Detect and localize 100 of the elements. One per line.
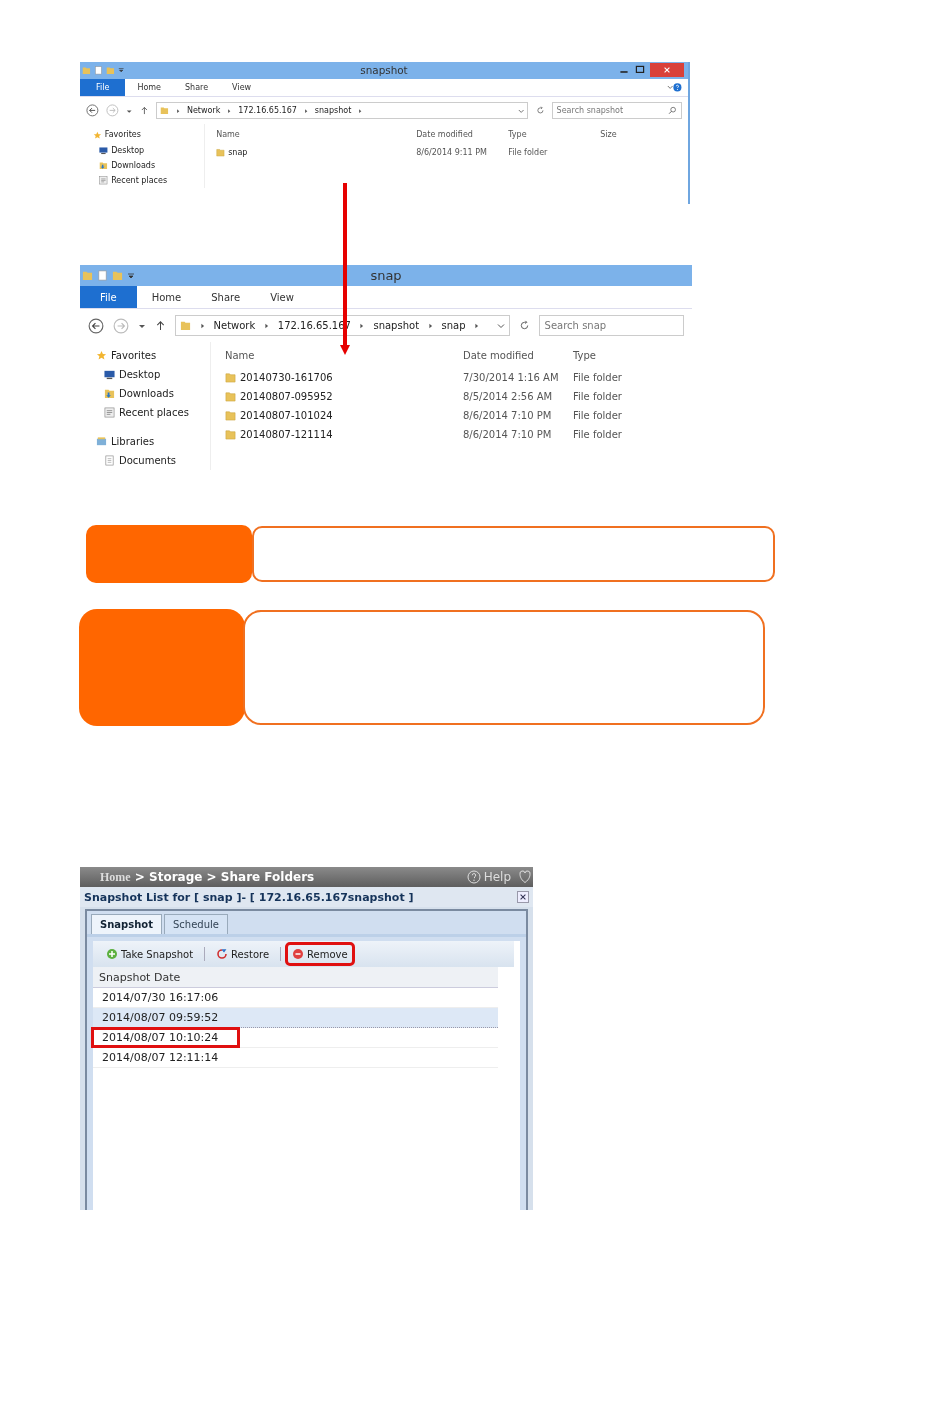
ribbon-tab[interactable]: View	[220, 78, 264, 97]
chevron-down-icon[interactable]	[666, 84, 674, 91]
breadcrumb-item[interactable]: 172.16.65.167	[238, 106, 297, 116]
column-header[interactable]: Snapshot Date	[99, 970, 181, 984]
folder-icon	[105, 66, 115, 75]
date-cell-text: 8/5/2014 2:56 AM	[463, 391, 554, 402]
nav-item[interactable]: Recent places	[80, 172, 204, 189]
search-field[interactable]: Search snap	[538, 315, 684, 336]
breadcrumb-item[interactable]: Network	[213, 320, 256, 331]
breadcrumb-item[interactable]: snapshot	[373, 320, 420, 331]
breadcrumb-item[interactable]: Network	[186, 106, 221, 116]
star-icon	[92, 130, 102, 140]
type-cell: File folder	[573, 410, 622, 421]
ribbon-tab[interactable]: File	[80, 286, 137, 308]
table-row[interactable]: 2014/08/07 10:10:24	[93, 1028, 498, 1048]
nav-item[interactable]: Downloads	[80, 157, 204, 173]
ribbon-tab[interactable]: Share	[196, 286, 256, 308]
back-icon[interactable]	[86, 104, 100, 118]
window-title: snapshot	[360, 64, 408, 77]
up-arrow-icon[interactable]	[139, 106, 149, 116]
refresh-icon[interactable]	[535, 106, 545, 116]
document-icon	[104, 455, 115, 466]
folder-icon	[82, 66, 91, 75]
table-cell-text: 2014/08/07 12:11:14	[101, 1050, 220, 1066]
nav-item[interactable]: Desktop	[80, 142, 204, 158]
column-header[interactable]: Date modified	[463, 349, 573, 361]
folder-icon	[82, 270, 93, 281]
column-header[interactable]: Date modified	[416, 130, 509, 140]
breadcrumb-item[interactable]: snapshot	[314, 106, 352, 116]
download-folder-icon	[99, 160, 108, 170]
column-header[interactable]: Type	[508, 130, 601, 140]
nav-item[interactable]: Recent places	[80, 403, 210, 422]
nav-item[interactable]: Desktop	[80, 365, 210, 384]
breadcrumb-item[interactable]: snap	[441, 320, 466, 331]
folder-icon	[225, 372, 236, 383]
type-cell: File folder	[573, 391, 622, 402]
toolbar-button[interactable]: Restore	[209, 942, 277, 966]
folder-icon	[225, 391, 236, 402]
chevron-right-icon	[427, 321, 434, 330]
type-cell: File folder	[573, 429, 622, 440]
tab[interactable]: Schedule	[163, 914, 228, 934]
file-item[interactable]: 20140807-095952	[225, 391, 463, 402]
tab[interactable]: Snapshot	[91, 914, 162, 934]
recent-places-icon	[99, 176, 108, 185]
date-cell-text: 7/30/2014 1:16 AM	[463, 372, 560, 383]
date-cell-text: 8/6/2014 7:10 PM	[463, 410, 553, 421]
chevron-right-icon	[199, 321, 205, 330]
table-cell-text: 2014/08/07 09:59:52	[101, 1010, 220, 1026]
ribbon-tab[interactable]: Home	[125, 78, 173, 97]
address-bar[interactable]: Network 172.16.65.167 snapshot	[155, 102, 529, 120]
file-item[interactable]: snap	[216, 148, 417, 158]
help-icon[interactable]	[673, 83, 682, 92]
close-icon	[519, 893, 527, 901]
ribbon-tab[interactable]: Home	[136, 286, 197, 308]
close-button[interactable]	[517, 891, 529, 903]
chevron-right-icon	[263, 321, 270, 330]
chevron-right-icon	[359, 321, 365, 330]
help-icon	[466, 870, 481, 884]
column-header[interactable]: Type	[573, 349, 596, 361]
table-row[interactable]: 2014/08/07 09:59:52	[93, 1008, 498, 1028]
folder-icon	[216, 148, 225, 157]
chevron-right-icon	[358, 107, 363, 114]
library-icon	[96, 436, 107, 447]
file-item[interactable]: 20140807-121114	[225, 429, 463, 440]
recent-places-icon	[104, 407, 115, 418]
nav-item[interactable]: Libraries	[80, 432, 210, 451]
table-cell: 2014/08/07 10:10:24	[91, 1027, 241, 1048]
heart-icon[interactable]	[519, 870, 531, 884]
nav-item[interactable]: Downloads	[80, 384, 210, 403]
nav-item[interactable]: Documents	[80, 451, 210, 470]
nav-item[interactable]: Favorites	[80, 127, 204, 143]
search-icon	[667, 106, 677, 116]
nav-item[interactable]: Favorites	[80, 346, 210, 365]
dropdown-icon[interactable]	[117, 67, 125, 74]
toolbar-button[interactable]: Take Snapshot	[99, 942, 201, 966]
dialog-title: Snapshot List for [ snap ]- [ 172.16.65.167snapshot ]	[84, 890, 414, 904]
search-field[interactable]: Search snapshot	[551, 102, 682, 120]
refresh-icon[interactable]	[518, 320, 530, 331]
dropdown-icon[interactable]	[127, 271, 135, 280]
chevron-right-icon	[474, 321, 480, 330]
chevron-right-icon	[227, 107, 232, 114]
caret-icon[interactable]	[126, 107, 133, 114]
restore-icon	[216, 948, 229, 960]
column-header[interactable]: Name	[225, 349, 463, 361]
chevron-right-icon	[303, 107, 308, 114]
type-cell-text: File folder	[508, 148, 549, 158]
type-cell: File folder	[573, 372, 622, 383]
ribbon-tab[interactable]: Share	[173, 78, 221, 97]
file-item[interactable]: 20140730-161706	[225, 372, 463, 383]
up-arrow-icon[interactable]	[155, 320, 166, 331]
column-header[interactable]: Size	[600, 130, 617, 140]
chevron-down-icon[interactable]	[517, 107, 525, 114]
column-header[interactable]: Name	[216, 130, 417, 140]
monitor-icon	[104, 369, 115, 380]
plus-icon	[106, 948, 118, 960]
close-icon	[663, 66, 671, 75]
file-item[interactable]: 20140807-101024	[225, 410, 463, 421]
back-icon[interactable]	[88, 317, 104, 334]
table-row[interactable]: 2014/08/07 12:11:14	[93, 1048, 498, 1068]
ribbon-tab[interactable]: View	[255, 286, 309, 308]
